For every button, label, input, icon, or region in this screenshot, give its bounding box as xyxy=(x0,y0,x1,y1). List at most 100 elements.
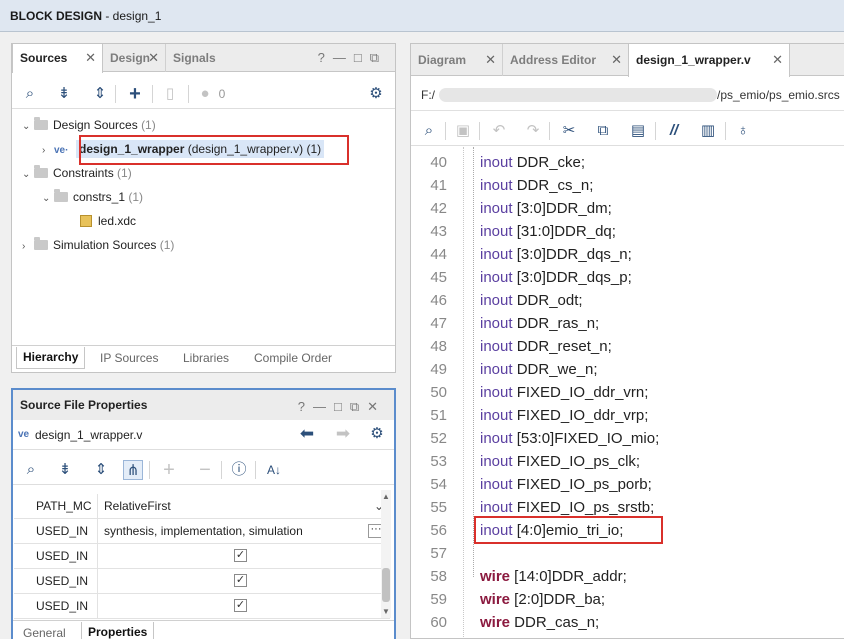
checkbox[interactable]: ✓ xyxy=(234,549,247,562)
close-icon[interactable]: ✕ xyxy=(85,44,96,72)
property-row[interactable]: USED_IN ✓ xyxy=(14,569,390,594)
property-value[interactable]: ✓ xyxy=(104,594,390,619)
code-line[interactable]: 51 inout FIXED_IO_ddr_vrp; xyxy=(411,404,844,427)
cut-icon[interactable]: ✂ xyxy=(559,121,579,141)
verilog-module-icon: ve· xyxy=(54,145,69,156)
code-line[interactable]: 44 inout [3:0]DDR_dqs_n; xyxy=(411,243,844,266)
chevron-right-icon[interactable]: › xyxy=(22,236,34,258)
property-value[interactable]: ✓ xyxy=(104,544,390,569)
disabled-file-icon[interactable]: ▯ xyxy=(160,84,180,104)
tree-design-sources[interactable]: ⌄ Design Sources (1) xyxy=(22,114,156,136)
copy-icon[interactable]: ⧉ xyxy=(593,121,613,141)
search-icon[interactable]: ⌕ xyxy=(21,460,41,480)
property-value[interactable]: RelativeFirst ⌄ xyxy=(104,494,390,519)
code-line[interactable]: 59 wire [2:0]DDR_ba; xyxy=(411,588,844,611)
code-line[interactable]: 48 inout DDR_reset_n; xyxy=(411,335,844,358)
code-line[interactable]: 49 inout DDR_we_n; xyxy=(411,358,844,381)
property-name: PATH_MC xyxy=(14,494,98,519)
editor-panel: Diagram ✕ Address Editor ✕ design_1_wrappe… xyxy=(410,43,844,639)
tab-design-1-wrapper-v[interactable]: design_1_wrapper.v ✕ xyxy=(628,44,790,77)
code-line[interactable]: 42 inout [3:0]DDR_dm; xyxy=(411,197,844,220)
add-icon[interactable]: + xyxy=(159,460,179,480)
code-line[interactable]: 53 inout FIXED_IO_ps_clk; xyxy=(411,450,844,473)
add-sources-icon[interactable]: + xyxy=(125,84,145,104)
tab-signals[interactable]: Signals xyxy=(165,44,237,72)
tree-constrs-1[interactable]: ⌄ constrs_1 (1) xyxy=(42,186,143,208)
code-line[interactable]: 47 inout DDR_ras_n; xyxy=(411,312,844,335)
save-icon[interactable]: ▣ xyxy=(453,121,473,141)
code-line[interactable]: 40 inout DDR_cke; xyxy=(411,151,844,174)
code-keyword: wire xyxy=(480,591,511,608)
code-line[interactable]: 43 inout [31:0]DDR_dq; xyxy=(411,220,844,243)
chevron-down-icon[interactable]: ⌄ xyxy=(22,116,34,138)
expand-all-icon[interactable]: ⇕ xyxy=(90,84,110,104)
code-line[interactable]: 58 wire [14:0]DDR_addr; xyxy=(411,565,844,588)
search-icon[interactable]: ⌕ xyxy=(20,84,40,104)
chevron-down-icon[interactable]: ⌄ xyxy=(42,188,54,210)
tab-libraries[interactable]: Libraries xyxy=(177,346,235,370)
tab-properties[interactable]: Properties xyxy=(81,622,155,639)
tab-compile-order[interactable]: Compile Order xyxy=(248,346,338,370)
expand-all-icon[interactable]: ⇕ xyxy=(91,460,111,480)
search-icon[interactable]: ⌕ xyxy=(419,121,439,141)
undo-icon[interactable]: ↶ xyxy=(489,121,509,141)
collapse-all-icon[interactable]: ⇟ xyxy=(54,84,74,104)
code-line[interactable]: 57 xyxy=(411,542,844,565)
tab-general[interactable]: General xyxy=(17,621,72,639)
tree-simulation-sources[interactable]: › Simulation Sources (1) xyxy=(22,234,174,256)
tab-sources[interactable]: Sources ✕ xyxy=(12,44,103,73)
line-number: 48 xyxy=(430,338,447,355)
close-icon[interactable]: ✕ xyxy=(148,44,159,72)
sort-icon[interactable]: A↓ xyxy=(264,460,284,480)
code-area[interactable]: 40 inout DDR_cke; 41 inout DDR_cs_n; 42 inout… xyxy=(411,147,844,638)
lightbulb-icon[interactable]: ♁ xyxy=(733,121,753,141)
code-line[interactable]: 45 inout [3:0]DDR_dqs_p; xyxy=(411,266,844,289)
column-select-icon[interactable]: ▥ xyxy=(698,121,718,141)
scrollbar-thumb[interactable] xyxy=(382,568,390,602)
panel-window-buttons[interactable]: ?—□⧉ xyxy=(318,50,387,66)
panel-window-buttons[interactable]: ?—□⧉✕ xyxy=(298,399,386,415)
checkbox[interactable]: ✓ xyxy=(234,574,247,587)
property-row[interactable]: USED_IN ✓ xyxy=(14,594,390,619)
hierarchy-icon[interactable]: ⋔ xyxy=(123,460,143,480)
close-icon[interactable]: ✕ xyxy=(772,44,783,76)
close-icon[interactable]: ✕ xyxy=(485,44,496,76)
code-line[interactable]: 50 inout FIXED_IO_ddr_vrn; xyxy=(411,381,844,404)
properties-scrollbar[interactable]: ▲ ▼ xyxy=(381,490,391,618)
property-value[interactable]: ✓ xyxy=(104,569,390,594)
comment-icon[interactable]: // xyxy=(664,121,684,141)
tab-design[interactable]: Design ✕ xyxy=(103,44,165,72)
redo-icon[interactable]: ↷ xyxy=(523,121,543,141)
paste-icon[interactable]: ▤ xyxy=(628,121,648,141)
gear-icon[interactable]: ⚙ xyxy=(367,424,387,444)
property-row[interactable]: PATH_MC RelativeFirst ⌄ xyxy=(14,494,390,519)
window-title: BLOCK DESIGN - design_1 xyxy=(10,9,162,23)
property-value[interactable]: synthesis, implementation, simulation ··· xyxy=(104,519,390,544)
tab-hierarchy[interactable]: Hierarchy xyxy=(16,347,86,369)
back-arrow-icon[interactable]: ⬅ xyxy=(297,424,317,444)
code-keyword: inout xyxy=(480,453,513,470)
folder-icon xyxy=(34,117,48,130)
tab-diagram[interactable]: Diagram ✕ xyxy=(411,44,502,76)
remove-icon[interactable]: − xyxy=(195,460,215,480)
collapse-all-icon[interactable]: ⇟ xyxy=(55,460,75,480)
checkbox[interactable]: ✓ xyxy=(234,599,247,612)
code-keyword: inout xyxy=(480,246,513,263)
tab-ip-sources[interactable]: IP Sources xyxy=(94,346,164,370)
code-line[interactable]: 54 inout FIXED_IO_ps_porb; xyxy=(411,473,844,496)
info-icon[interactable]: ⓘ xyxy=(229,460,249,480)
code-line[interactable]: 41 inout DDR_cs_n; xyxy=(411,174,844,197)
chevron-down-icon[interactable]: ⌄ xyxy=(22,164,34,186)
tree-constraints[interactable]: ⌄ Constraints (1) xyxy=(22,162,132,184)
property-row[interactable]: USED_IN synthesis, implementation, simul… xyxy=(14,519,390,544)
chevron-right-icon[interactable]: › xyxy=(42,140,54,162)
code-line[interactable]: 52 inout [53:0]FIXED_IO_mio; xyxy=(411,427,844,450)
property-row[interactable]: USED_IN ✓ xyxy=(14,544,390,569)
close-icon[interactable]: ✕ xyxy=(611,44,622,76)
tree-led-xdc[interactable]: led.xdc xyxy=(80,210,136,232)
code-line[interactable]: 46 inout DDR_odt; xyxy=(411,289,844,312)
tab-address-editor[interactable]: Address Editor ✕ xyxy=(502,44,628,76)
gear-icon[interactable]: ⚙ xyxy=(366,84,386,104)
forward-arrow-icon[interactable]: ➡ xyxy=(333,424,353,444)
code-line[interactable]: 60 wire DDR_cas_n; xyxy=(411,611,844,634)
